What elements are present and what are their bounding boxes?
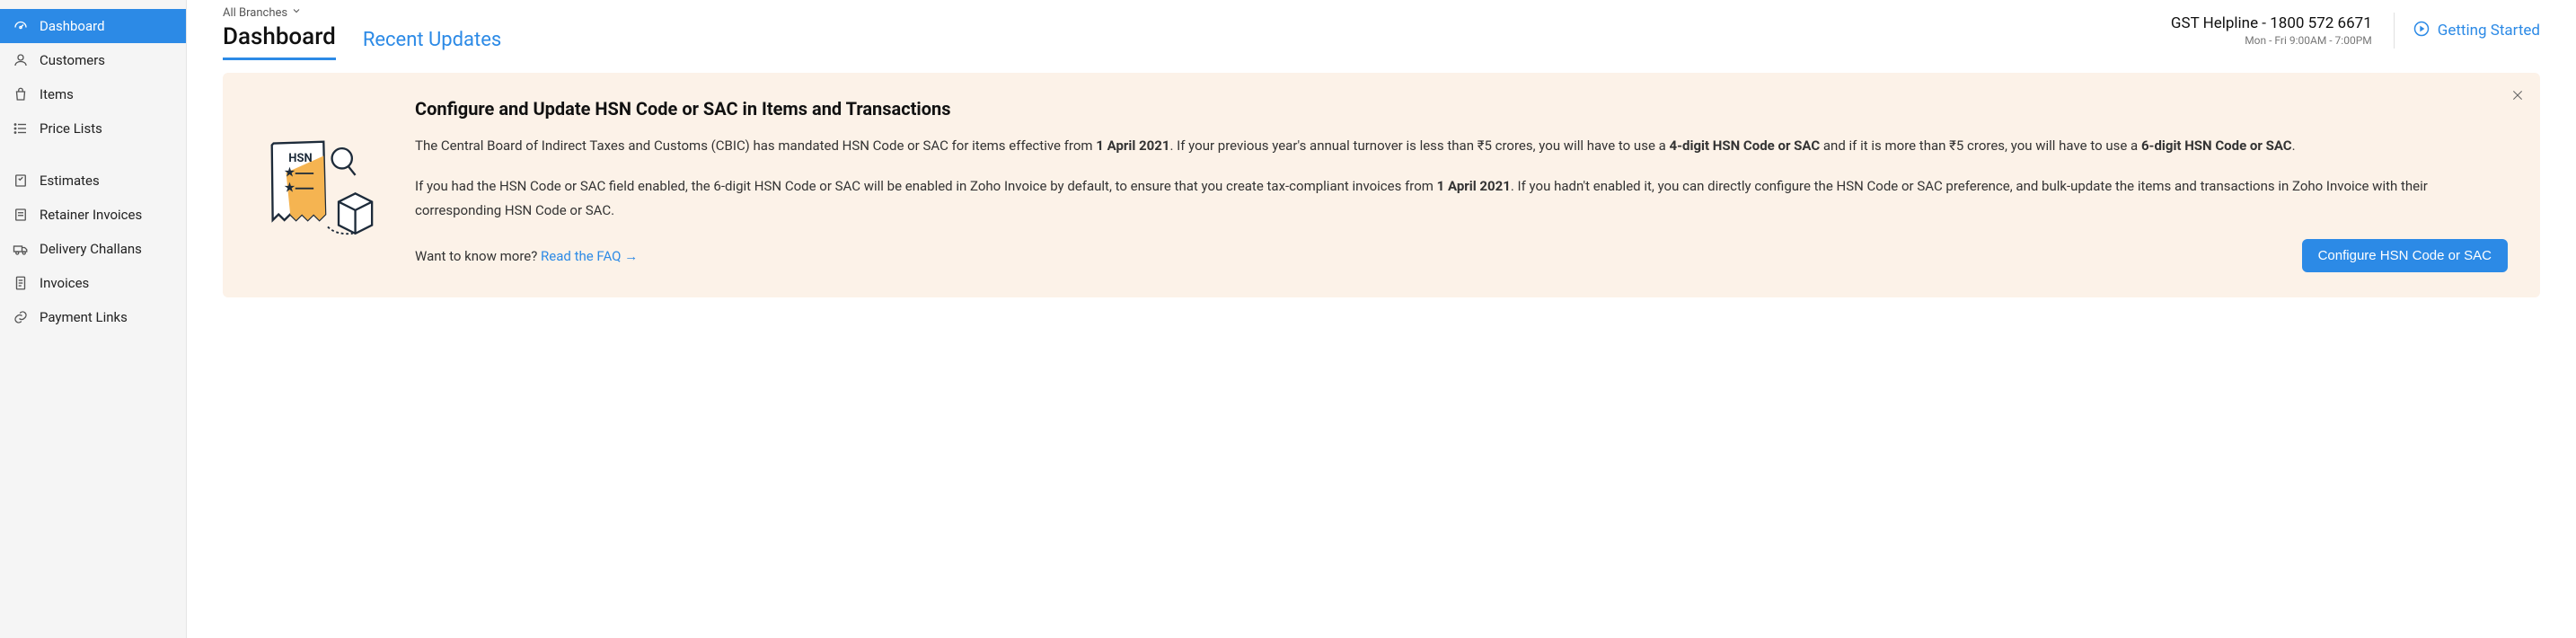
play-circle-icon [2413, 20, 2430, 42]
sidebar-item-invoices[interactable]: Invoices [0, 266, 186, 300]
sidebar-item-delivery-challans[interactable]: Delivery Challans [0, 232, 186, 266]
close-banner-button[interactable] [2510, 87, 2526, 103]
sidebar-item-label: Delivery Challans [40, 241, 142, 257]
page-title: Dashboard [223, 23, 336, 50]
sidebar-item-label: Customers [40, 52, 105, 68]
svg-text:★: ★ [284, 164, 296, 181]
sidebar-item-dashboard[interactable]: Dashboard [0, 9, 186, 43]
banner-title: Configure and Update HSN Code or SAC in … [415, 98, 2508, 120]
banner-paragraph-1: The Central Board of Indirect Taxes and … [415, 134, 2508, 158]
faq-prompt: Want to know more? Read the FAQ [415, 248, 638, 264]
sidebar-item-label: Price Lists [40, 120, 102, 137]
main-area: All Branches Dashboard Recent Updates GS… [187, 0, 2576, 638]
truck-icon [13, 241, 29, 257]
svg-text:★: ★ [284, 179, 296, 195]
banner-paragraph-2: If you had the HSN Code or SAC field ena… [415, 174, 2508, 223]
sidebar-item-label: Payment Links [40, 309, 128, 325]
sidebar: Dashboard Customers Items Price Lists Es… [0, 0, 187, 638]
link-icon [13, 309, 29, 325]
gauge-icon [13, 18, 29, 34]
person-icon [13, 52, 29, 68]
read-faq-link[interactable]: Read the FAQ [541, 248, 638, 264]
sidebar-item-price-lists[interactable]: Price Lists [0, 111, 186, 146]
illus-hsn-text: HSN [288, 152, 312, 165]
page-header: All Branches Dashboard Recent Updates GS… [187, 0, 2576, 60]
sidebar-item-label: Dashboard [40, 18, 105, 34]
getting-started-link[interactable]: Getting Started [2394, 13, 2540, 49]
sidebar-item-label: Retainer Invoices [40, 207, 142, 223]
helpline-hours: Mon - Fri 9:00AM - 7:00PM [2171, 34, 2372, 47]
configure-hsn-button[interactable]: Configure HSN Code or SAC [2302, 239, 2508, 272]
hsn-banner: HSN ★ ★ Configure and Update HSN Code or… [223, 73, 2540, 297]
helpline-number: GST Helpline - 1800 572 6671 [2171, 14, 2372, 32]
sidebar-item-estimates[interactable]: Estimates [0, 164, 186, 198]
list-icon [13, 120, 29, 137]
helpline-info: GST Helpline - 1800 572 6671 Mon - Fri 9… [2171, 14, 2372, 47]
tab-recent-updates[interactable]: Recent Updates [363, 29, 501, 60]
retainer-icon [13, 207, 29, 223]
sidebar-item-label: Invoices [40, 275, 89, 291]
estimate-icon [13, 173, 29, 189]
sidebar-item-label: Items [40, 86, 74, 102]
doc-icon [13, 275, 29, 291]
sidebar-item-label: Estimates [40, 173, 100, 189]
hsn-illustration: HSN ★ ★ [248, 98, 383, 272]
branch-selector[interactable]: All Branches [223, 5, 336, 20]
bag-icon [13, 86, 29, 102]
chevron-down-icon [291, 5, 302, 20]
sidebar-item-customers[interactable]: Customers [0, 43, 186, 77]
getting-started-label: Getting Started [2438, 22, 2540, 40]
branch-selector-label: All Branches [223, 6, 287, 20]
sidebar-item-retainer-invoices[interactable]: Retainer Invoices [0, 198, 186, 232]
sidebar-item-items[interactable]: Items [0, 77, 186, 111]
sidebar-item-payment-links[interactable]: Payment Links [0, 300, 186, 334]
